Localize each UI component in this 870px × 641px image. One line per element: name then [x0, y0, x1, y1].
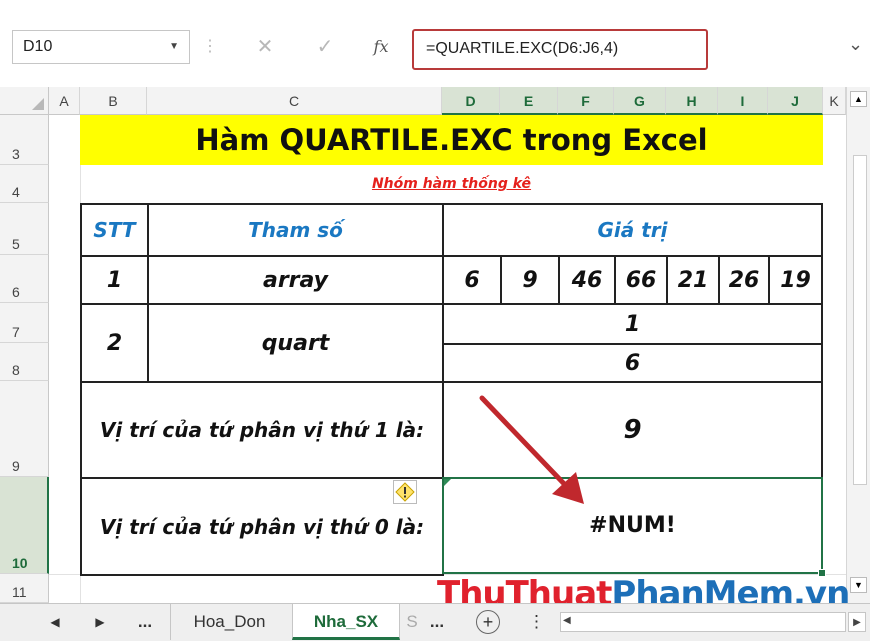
tab-nha-sx[interactable]: Nha_SX [292, 604, 400, 640]
scroll-tabs-right-icon[interactable]: ▶ [85, 604, 115, 640]
chevron-down-icon[interactable]: ▼ [169, 31, 179, 63]
warning-icon [395, 482, 415, 502]
array-value-h[interactable]: 21 [666, 255, 720, 305]
error-warning-button[interactable] [393, 480, 417, 504]
sheet-tabs-bar: ◀ ▶ ... Hoa_Don Nha_SX S ... + ⋮ ◀ ▶ [0, 603, 870, 641]
row-header-10[interactable]: 10 [0, 477, 49, 574]
tabs-splitter-icon[interactable]: ⋮ [528, 604, 545, 640]
row-number: 9 [12, 458, 20, 474]
column-header-c[interactable]: C [147, 87, 442, 115]
row-number: 8 [12, 362, 20, 378]
formula-bar-area: D10 ▼ ⋮ ✕ ✓ fx =QUARTILE.EXC(D6:J6,4) ⌄ [0, 0, 870, 85]
tabs-ellipsis[interactable]: ... [130, 604, 160, 640]
row-header-7[interactable]: 7 [0, 303, 49, 343]
column-header-j[interactable]: J [768, 87, 823, 115]
select-all-button[interactable] [0, 87, 49, 115]
row-header-3[interactable]: 3 [0, 115, 49, 165]
tabs-more[interactable]: ... [424, 604, 450, 640]
quart-value-1[interactable]: 1 [442, 303, 823, 345]
row-number: 6 [12, 284, 20, 300]
header-param[interactable]: Tham số [147, 203, 444, 257]
column-header-b[interactable]: B [80, 87, 147, 115]
column-header-a[interactable]: A [49, 87, 80, 115]
row-number: 4 [12, 184, 20, 200]
column-header-e[interactable]: E [500, 87, 558, 115]
more-options-icon[interactable]: ⋮ [200, 30, 220, 64]
scroll-left-icon[interactable]: ◀ [563, 615, 571, 626]
row-header-11[interactable]: 11 [0, 574, 49, 603]
q1-label[interactable]: Vị trí của tứ phân vị thứ 1 là: [80, 381, 444, 479]
array-value-i[interactable]: 26 [718, 255, 770, 305]
column-header-h[interactable]: H [666, 87, 718, 115]
row-header-5[interactable]: 5 [0, 203, 49, 255]
row-number: 11 [12, 584, 27, 600]
header-stt[interactable]: STT [80, 203, 149, 257]
column-header-i[interactable]: I [718, 87, 768, 115]
error-indicator-triangle [444, 479, 451, 486]
row1-param[interactable]: array [147, 255, 444, 305]
formula-input[interactable]: =QUARTILE.EXC(D6:J6,4) [412, 29, 708, 70]
cancel-icon[interactable]: ✕ [250, 30, 280, 64]
array-value-j[interactable]: 19 [768, 255, 823, 305]
scroll-tabs-left-icon[interactable]: ◀ [40, 604, 70, 640]
enter-icon[interactable]: ✓ [310, 30, 340, 64]
scroll-thumb[interactable] [853, 155, 867, 485]
array-value-g[interactable]: 66 [614, 255, 668, 305]
tab-partial[interactable]: S [402, 604, 422, 640]
scroll-right-icon[interactable]: ▶ [848, 612, 866, 632]
row-number: 5 [12, 236, 20, 252]
tab-hoa-don[interactable]: Hoa_Don [170, 604, 288, 640]
row1-stt[interactable]: 1 [80, 255, 149, 305]
array-value-d[interactable]: 6 [442, 255, 502, 305]
row-header-8[interactable]: 8 [0, 343, 49, 381]
q4-label[interactable]: Vị trí của tứ phân vị thứ 0 là: [80, 477, 444, 576]
expand-formula-bar-icon[interactable]: ⌄ [848, 34, 863, 55]
insert-function-icon[interactable]: fx [366, 30, 396, 64]
header-value[interactable]: Giá trị [442, 203, 823, 257]
quart-value-2[interactable]: 6 [442, 343, 823, 383]
row-number: 3 [12, 146, 20, 162]
row-number: 10 [12, 555, 28, 571]
vertical-scrollbar[interactable]: ▲ ▼ [846, 87, 870, 603]
sheet-title[interactable]: Hàm QUARTILE.EXC trong Excel [80, 115, 823, 165]
row2-param[interactable]: quart [147, 303, 444, 383]
name-box-value: D10 [23, 38, 53, 55]
red-arrow-icon [479, 395, 584, 504]
array-value-f[interactable]: 46 [558, 255, 616, 305]
row-number: 7 [12, 324, 20, 340]
scroll-up-icon[interactable]: ▲ [850, 91, 867, 107]
array-value-e[interactable]: 9 [500, 255, 560, 305]
select-all-icon [32, 98, 44, 110]
row-header-6[interactable]: 6 [0, 255, 49, 303]
column-header-k[interactable]: K [823, 87, 846, 115]
add-sheet-button[interactable]: + [476, 610, 500, 634]
scroll-down-icon[interactable]: ▼ [850, 577, 867, 593]
sheet-subtitle[interactable]: Nhóm hàm thống kê [80, 165, 823, 203]
row-header-9[interactable]: 9 [0, 381, 49, 477]
row2-stt[interactable]: 2 [80, 303, 149, 383]
name-box[interactable]: D10 ▼ [12, 30, 190, 64]
column-header-f[interactable]: F [558, 87, 614, 115]
column-header-g[interactable]: G [614, 87, 666, 115]
column-header-d[interactable]: D [442, 87, 500, 115]
horizontal-scrollbar[interactable]: ◀ [560, 612, 846, 632]
row-header-4[interactable]: 4 [0, 165, 49, 203]
